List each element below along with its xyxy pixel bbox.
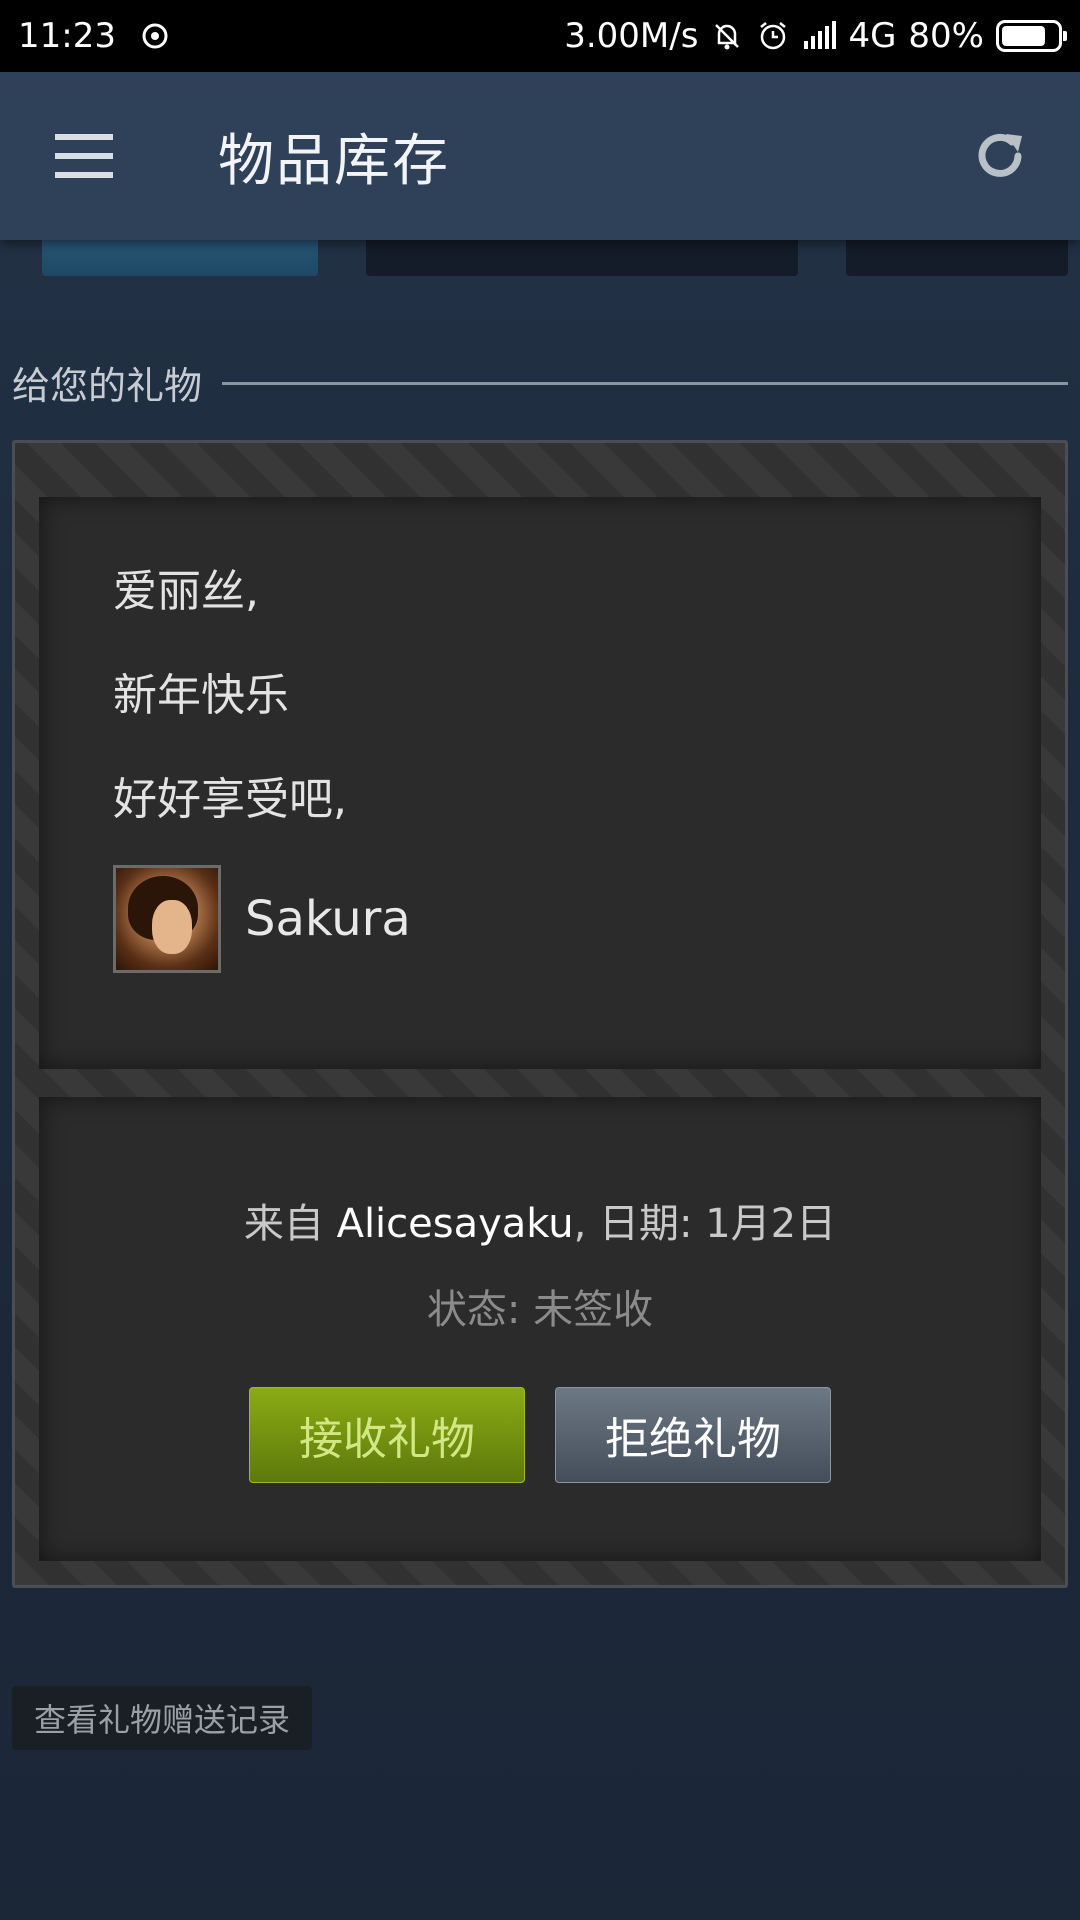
network-speed: 3.00M/s <box>564 16 699 56</box>
gift-panel: 爱丽丝, 新年快乐 好好享受吧, Sakura 来自 Alicesayaku, … <box>12 440 1068 1588</box>
status-bar: 11:23 3.00M/s 4G 80% <box>0 0 1080 72</box>
network-type: 4G <box>848 16 897 56</box>
battery-percent: 80% <box>908 16 984 56</box>
sender-signature: Sakura <box>113 865 411 973</box>
battery-icon <box>996 20 1067 52</box>
gift-status: 状态: 未签收 <box>426 1287 654 1333</box>
content-area: 给您的礼物 爱丽丝, 新年快乐 好好享受吧, Sakura 来自 Alicesa… <box>0 72 1080 1920</box>
gift-info-card: 来自 Alicesayaku, 日期: 1月2日 状态: 未签收 接收礼物 拒绝… <box>39 1097 1041 1561</box>
hamburger-menu-icon <box>55 134 113 178</box>
gift-date: , 日期: 1月2日 <box>573 1201 837 1247</box>
refresh-icon <box>978 133 1022 177</box>
gift-history-button[interactable]: 查看礼物赠送记录 <box>12 1686 312 1750</box>
gift-message-card: 爱丽丝, 新年快乐 好好享受吧, Sakura <box>39 497 1041 1069</box>
alarm-clock-icon <box>760 22 787 50</box>
section-divider <box>222 381 1068 385</box>
accept-gift-button[interactable]: 接收礼物 <box>249 1387 525 1483</box>
message-line: 爱丽丝, <box>113 566 259 617</box>
message-line: 新年快乐 <box>113 670 289 721</box>
section-title: 给您的礼物 <box>12 363 203 408</box>
app-bar: 物品库存 <box>0 72 1080 240</box>
from-name[interactable]: Alicesayaku <box>337 1201 574 1247</box>
decline-gift-button[interactable]: 拒绝礼物 <box>555 1387 831 1483</box>
page-title: 物品库存 <box>218 128 450 194</box>
menu-button[interactable] <box>0 72 168 240</box>
clock: 11:23 <box>18 16 116 56</box>
refresh-button[interactable] <box>920 72 1080 240</box>
battery-fill <box>1002 26 1046 46</box>
sync-icon <box>142 23 168 49</box>
section-header: 给您的礼物 <box>12 352 1068 412</box>
bell-off-icon <box>715 24 740 50</box>
signal-icon <box>804 21 837 49</box>
gift-from-line: 来自 Alicesayaku, 日期: 1月2日 <box>39 1191 1041 1249</box>
avatar[interactable] <box>113 865 221 973</box>
from-prefix: 来自 <box>243 1201 337 1247</box>
sender-name: Sakura <box>245 891 411 947</box>
message-line: 好好享受吧, <box>113 774 347 825</box>
